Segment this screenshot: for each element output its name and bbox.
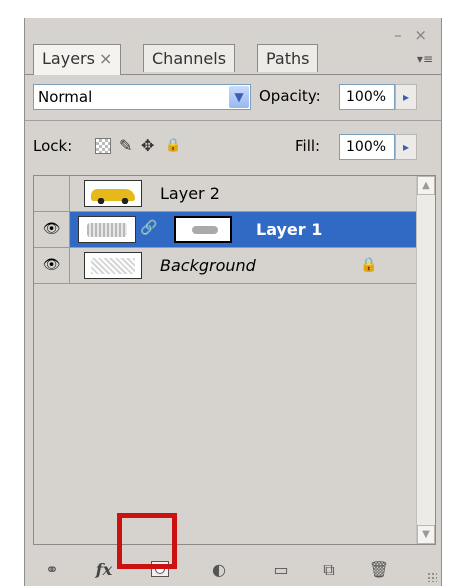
visibility-toggle-empty[interactable] [34,176,70,211]
opacity-label: Opacity: [259,87,321,105]
link-layers-icon[interactable]: ⚭ [39,558,65,582]
layer-row-layer-2[interactable]: Layer 2 [34,176,417,212]
opacity-input[interactable]: 100% [339,84,395,110]
lock-all-icon[interactable]: 🔒 [165,138,181,153]
new-group-folder-icon[interactable]: ▭ [269,558,293,582]
eye-icon[interactable]: 👁 [34,248,70,283]
blend-mode-select[interactable]: Normal ▼ [33,84,251,110]
separator [25,120,441,121]
layer-2-thumbnail [84,180,142,207]
lock-image-icon[interactable]: ✎ [119,136,132,155]
tab-layers-label: Layers [42,49,95,68]
scroll-down-icon[interactable]: ▼ [417,525,435,544]
tab-close-icon[interactable]: × [99,49,112,68]
layers-toolbar: ⚭ fx ◐ ▭ ⧉ 🗑 [25,558,441,586]
scroll-up-icon[interactable]: ▲ [417,176,435,195]
delete-layer-icon[interactable]: 🗑 [367,558,391,582]
layer-row-layer-1[interactable]: 👁 🔗 Layer 1 [34,212,417,248]
layer-name[interactable]: Background [160,248,256,283]
layer-1-thumbnail [78,216,136,243]
layers-panel: – × Layers × Channels Paths ▾≡ Normal ▼ O… [24,18,442,586]
fill-slider-arrow-icon[interactable]: ▸ [395,134,417,160]
resize-grip-icon[interactable] [427,572,437,582]
fill-input[interactable]: 100% [339,134,395,160]
layers-list: Layer 2 👁 🔗 Layer 1 👁 Background 🔒 ▲ ▼ [33,175,436,545]
lock-fill-row: Lock: ✎ ✥ 🔒 Fill: 100% ▸ [33,132,433,162]
fill-label: Fill: [295,137,321,155]
tab-layers[interactable]: Layers × [33,44,122,75]
adjustment-layer-icon[interactable]: ◐ [207,558,231,582]
tab-paths-label: Paths [266,49,310,68]
blend-opacity-row: Normal ▼ Opacity: 100% ▸ [33,82,433,112]
lock-transparent-icon[interactable] [95,138,111,154]
blend-mode-value: Normal [38,88,93,106]
layers-scrollbar[interactable]: ▲ ▼ [416,176,435,544]
layer-name[interactable]: Layer 1 [256,212,322,247]
chain-link-icon[interactable]: 🔗 [140,220,157,236]
mask-button-highlight [117,513,177,569]
eye-icon[interactable]: 👁 [34,212,70,247]
layer-row-background[interactable]: 👁 Background 🔒 [34,248,417,284]
tab-paths[interactable]: Paths [257,44,319,72]
background-thumbnail [84,252,142,279]
tab-channels-label: Channels [152,49,227,68]
padlock-icon: 🔒 [360,257,378,273]
opacity-slider-arrow-icon[interactable]: ▸ [395,84,417,110]
layer-name[interactable]: Layer 2 [160,176,220,211]
panel-menu-icon[interactable]: ▾≡ [417,52,433,66]
tab-channels[interactable]: Channels [143,44,236,72]
window-controls[interactable]: – × [394,26,431,44]
layer-mask-thumbnail[interactable] [174,216,232,243]
panel-top-strip [25,18,441,22]
lock-position-icon[interactable]: ✥ [141,136,154,155]
dropdown-arrow-icon[interactable]: ▼ [229,86,249,108]
new-layer-icon[interactable]: ⧉ [317,558,341,582]
lock-label: Lock: [33,137,73,155]
layer-style-fx-icon[interactable]: fx [89,558,119,582]
